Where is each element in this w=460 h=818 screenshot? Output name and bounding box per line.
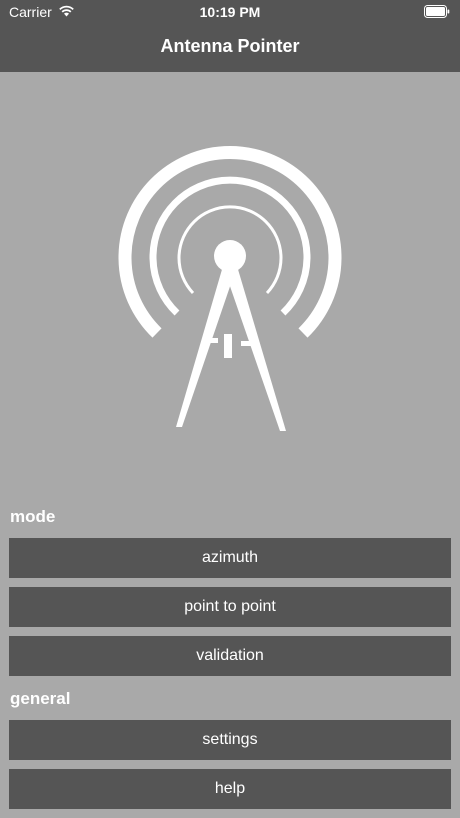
azimuth-button[interactable]: azimuth	[9, 538, 451, 578]
section-label-mode: mode	[10, 507, 56, 526]
point-to-point-button[interactable]: point to point	[9, 587, 451, 627]
status-time: 10:19 PM	[199, 4, 261, 20]
help-button[interactable]: help	[9, 769, 451, 809]
status-bar: Carrier 10:19 PM	[0, 0, 460, 26]
settings-button[interactable]: settings	[9, 720, 451, 760]
battery-icon	[424, 5, 450, 18]
antenna-tower-icon	[110, 135, 350, 435]
top-bar: Carrier 10:19 PM Antenna Pointer	[0, 0, 460, 72]
section-label-general: general	[10, 689, 71, 708]
nav-title: Antenna Pointer	[160, 36, 300, 56]
validation-button[interactable]: validation	[9, 636, 451, 676]
